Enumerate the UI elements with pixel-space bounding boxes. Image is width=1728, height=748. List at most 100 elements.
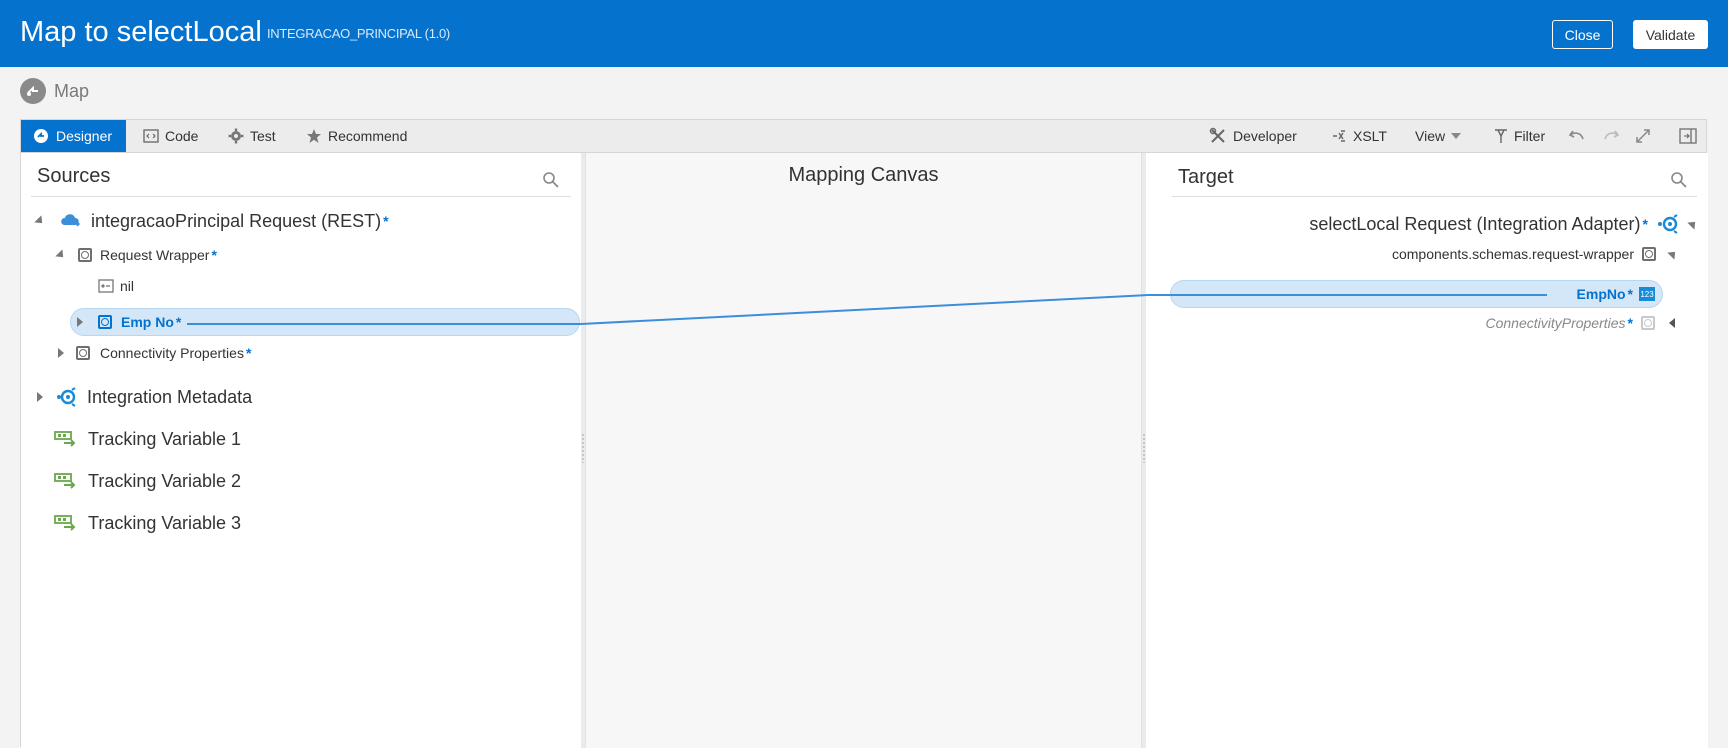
tab-label: Test bbox=[250, 128, 276, 144]
number-type-icon: 123 bbox=[1639, 287, 1655, 301]
search-icon[interactable] bbox=[1670, 171, 1687, 188]
element-icon bbox=[98, 315, 112, 329]
tree-label: ConnectivityProperties bbox=[1485, 315, 1626, 331]
tree-label: components.schemas.request-wrapper bbox=[1391, 246, 1634, 262]
target-node-empno[interactable]: EmpNo * 123 bbox=[1577, 282, 1655, 306]
app-header: Map to selectLocal INTEGRACAO_PRINCIPAL … bbox=[0, 0, 1728, 67]
tree-label: Integration Metadata bbox=[87, 386, 253, 407]
tools-icon bbox=[1209, 127, 1227, 145]
gear-icon bbox=[228, 128, 244, 144]
target-node-root[interactable]: selectLocal Request (Integration Adapter… bbox=[1309, 211, 1699, 237]
tab-recommend[interactable]: Recommend bbox=[306, 120, 407, 152]
tree-node-connectivity[interactable]: Connectivity Properties * bbox=[58, 341, 251, 365]
collapse-icon[interactable] bbox=[1687, 218, 1699, 230]
mapping-canvas[interactable]: Mapping Canvas bbox=[585, 153, 1142, 748]
map-icon bbox=[20, 78, 46, 104]
tree-node-root[interactable]: integracaoPrincipal Request (REST) * bbox=[34, 208, 389, 234]
tree-node-request-wrapper[interactable]: Request Wrapper * bbox=[55, 243, 217, 267]
tree-label: EmpNo bbox=[1576, 286, 1626, 302]
view-menu[interactable]: View bbox=[1415, 120, 1462, 152]
tree-node-emp-no[interactable]: Emp No * bbox=[77, 310, 181, 334]
tree-node-tracking-3[interactable]: Tracking Variable 3 bbox=[54, 510, 241, 536]
toolbar-label: XSLT bbox=[1353, 128, 1387, 144]
expand-icon[interactable] bbox=[58, 348, 64, 358]
expand-icon[interactable] bbox=[37, 392, 43, 402]
tree-node-tracking-1[interactable]: Tracking Variable 1 bbox=[54, 426, 241, 452]
tree-label: Tracking Variable 1 bbox=[88, 428, 242, 449]
required-marker: * bbox=[245, 345, 252, 361]
required-marker: * bbox=[211, 247, 217, 263]
tree-label: selectLocal Request (Integration Adapter… bbox=[1309, 213, 1641, 234]
integration-name: INTEGRACAO_PRINCIPAL (1.0) bbox=[267, 26, 450, 41]
target-node-connectivity[interactable]: ConnectivityProperties * bbox=[1485, 311, 1675, 335]
attribute-icon bbox=[98, 279, 114, 293]
breadcrumb: Map bbox=[20, 78, 89, 104]
search-icon[interactable] bbox=[542, 171, 559, 188]
chevron-down-icon bbox=[1451, 133, 1462, 139]
xslt-icon bbox=[1331, 128, 1347, 144]
validate-button[interactable]: Validate bbox=[1633, 20, 1708, 49]
integration-icon bbox=[55, 386, 77, 408]
collapse-icon[interactable] bbox=[55, 249, 67, 261]
breadcrumb-label: Map bbox=[54, 80, 90, 101]
required-marker: * bbox=[1627, 286, 1633, 302]
tree-label: Connectivity Properties bbox=[100, 345, 244, 361]
tab-test[interactable]: Test bbox=[228, 120, 276, 152]
panel-toggle-icon[interactable] bbox=[1679, 120, 1697, 152]
target-title: Target bbox=[1178, 166, 1234, 188]
mapper-frame: Designer Code Test Recommend Developer X… bbox=[20, 119, 1708, 748]
toolbar-label: Developer bbox=[1233, 128, 1297, 144]
tab-designer[interactable]: Designer bbox=[21, 120, 127, 152]
sources-pane: Sources integracaoPrincipal Request (RES… bbox=[21, 153, 581, 748]
expand-icon[interactable] bbox=[1669, 318, 1675, 328]
tab-label: Recommend bbox=[328, 128, 408, 144]
tab-label: Designer bbox=[56, 128, 113, 144]
tree-label: Request Wrapper bbox=[100, 247, 210, 263]
canvas-title: Mapping Canvas bbox=[788, 164, 939, 186]
developer-button[interactable]: Developer bbox=[1209, 120, 1297, 152]
element-icon bbox=[1641, 316, 1655, 330]
toolbar-label: Filter bbox=[1514, 128, 1546, 144]
mapper-toolbar: Designer Code Test Recommend Developer X… bbox=[21, 120, 1706, 153]
filter-button[interactable]: Filter bbox=[1494, 120, 1545, 152]
target-divider bbox=[1172, 196, 1697, 197]
tree-label: nil bbox=[120, 278, 135, 294]
expand-icon[interactable] bbox=[77, 317, 83, 327]
close-button[interactable]: Close bbox=[1552, 20, 1613, 49]
tree-label: Tracking Variable 2 bbox=[88, 470, 242, 491]
designer-icon bbox=[33, 128, 49, 144]
toolbar-label: View bbox=[1415, 128, 1446, 144]
tree-node-nil[interactable]: nil bbox=[98, 274, 134, 298]
collapse-icon[interactable] bbox=[1667, 248, 1679, 260]
target-node-wrapper[interactable]: components.schemas.request-wrapper bbox=[1391, 242, 1679, 266]
integration-icon bbox=[1656, 213, 1680, 235]
rest-cloud-icon bbox=[59, 211, 83, 231]
tree-label: Tracking Variable 3 bbox=[88, 512, 242, 533]
code-icon bbox=[143, 129, 159, 143]
tracking-variable-icon bbox=[54, 430, 78, 448]
tree-node-integration-metadata[interactable]: Integration Metadata bbox=[37, 384, 252, 410]
undo-icon[interactable] bbox=[1568, 120, 1586, 152]
tree-node-tracking-2[interactable]: Tracking Variable 2 bbox=[54, 468, 241, 494]
element-icon bbox=[78, 248, 92, 262]
expand-icon[interactable] bbox=[1635, 120, 1651, 152]
sources-divider bbox=[31, 196, 571, 197]
tree-label: integracaoPrincipal Request (REST) bbox=[91, 210, 382, 231]
redo-icon[interactable] bbox=[1602, 120, 1620, 152]
tracking-variable-icon bbox=[54, 472, 78, 490]
collapse-icon[interactable] bbox=[34, 215, 46, 227]
required-marker: * bbox=[1642, 216, 1648, 232]
sources-title: Sources bbox=[37, 165, 111, 187]
required-marker: * bbox=[1627, 315, 1633, 331]
star-icon bbox=[306, 128, 322, 144]
filter-icon bbox=[1494, 128, 1508, 144]
required-marker: * bbox=[383, 213, 389, 229]
element-icon bbox=[1642, 247, 1656, 261]
xslt-button[interactable]: XSLT bbox=[1331, 120, 1387, 152]
target-pane: Target selectLocal Request (Integration … bbox=[1146, 153, 1708, 748]
tab-label: Code bbox=[165, 128, 199, 144]
page-title: Map to selectLocal bbox=[20, 16, 262, 48]
element-icon bbox=[76, 346, 90, 360]
tracking-variable-icon bbox=[54, 514, 78, 532]
tab-code[interactable]: Code bbox=[143, 120, 198, 152]
